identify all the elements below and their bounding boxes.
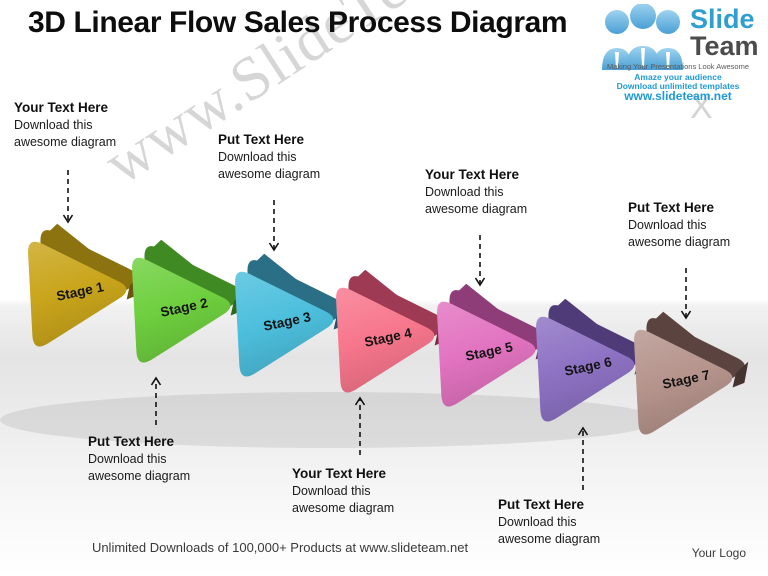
- callout-heading: Your Text Here: [14, 100, 109, 115]
- logo-brand-team: Team: [690, 31, 759, 61]
- callout-heading: Your Text Here: [425, 167, 520, 182]
- your-logo-placeholder: Your Logo: [691, 546, 746, 560]
- callout: Your Text Here Download this awesome diag…: [14, 100, 116, 150]
- callout-arrowhead: [150, 376, 162, 386]
- three-people-icon: [602, 4, 683, 70]
- callout: Put Text Here Download this awesome diagr…: [628, 200, 730, 250]
- callout-heading: Put Text Here: [88, 434, 175, 449]
- slide-canvas: 3D Linear Flow Sales Process Diagram Sli…: [0, 0, 768, 576]
- callout-heading: Put Text Here: [498, 497, 585, 512]
- page-title: 3D Linear Flow Sales Process Diagram: [28, 6, 568, 39]
- footer-text: Unlimited Downloads of 100,000+ Products…: [91, 540, 469, 555]
- logo-url[interactable]: www.slideteam.net: [594, 89, 762, 103]
- callout-body: Download this awesome diagram: [218, 150, 321, 181]
- callout: Your Text Here Download this awesome diag…: [425, 167, 527, 217]
- callout-body: Download this awesome diagram: [292, 484, 395, 515]
- logo-brand-slide: Slide: [690, 4, 755, 34]
- callout-body: Download this awesome diagram: [88, 452, 191, 483]
- callout-heading: Put Text Here: [218, 132, 305, 147]
- slideteam-logo[interactable]: Slide Team Making Your Presentations Loo…: [594, 2, 762, 103]
- callout-heading: Your Text Here: [292, 466, 387, 481]
- callout-body: Download this awesome diagram: [14, 118, 117, 149]
- callout: Put Text Here Download this awesome diagr…: [88, 434, 190, 484]
- callout-heading: Put Text Here: [628, 200, 715, 215]
- callout-body: Download this awesome diagram: [628, 218, 731, 249]
- callout-body: Download this awesome diagram: [425, 185, 528, 216]
- callout: Your Text Here Download this awesome diag…: [292, 466, 394, 516]
- logo-tagline: Making Your Presentations Look Awesome: [606, 62, 750, 71]
- callout: Put Text Here Download this awesome diagr…: [218, 132, 320, 182]
